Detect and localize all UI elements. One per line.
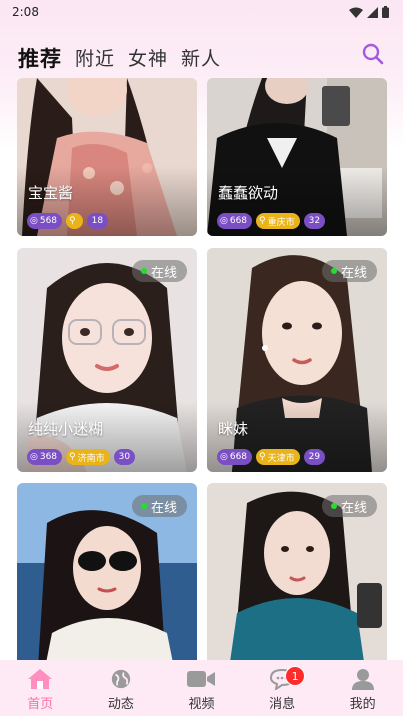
search-icon xyxy=(362,43,384,65)
age-badge: 29 xyxy=(303,449,326,465)
profile-name: 蠢蠢欲动 xyxy=(218,184,279,202)
category-tabs: 推荐 附近 女神 新人 xyxy=(18,42,221,74)
views-badge: ◎ 368 xyxy=(27,449,63,465)
unread-count-badge: 1 xyxy=(285,666,306,686)
nav-profile[interactable]: 我的 xyxy=(322,660,403,716)
profile-card[interactable]: 在线 xyxy=(207,483,387,660)
profile-name: 宝宝酱 xyxy=(28,184,74,202)
location-pin-icon: ⚲ xyxy=(259,216,266,226)
nav-home[interactable]: 首页 xyxy=(0,660,81,716)
profile-card[interactable]: 在线 眯妹 ◎ 668 ⚲ 天津市 29 xyxy=(207,248,387,472)
views-badge: ◎ 568 xyxy=(27,213,63,229)
location-pin-icon: ⚲ xyxy=(259,452,266,462)
online-status-badge: 在线 xyxy=(131,495,187,517)
views-badge: ◎ 668 xyxy=(217,213,253,229)
eye-icon: ◎ xyxy=(220,452,228,462)
search-button[interactable] xyxy=(361,42,385,66)
online-dot-icon xyxy=(330,503,337,509)
profile-card[interactable]: 在线 纯纯小迷糊 ◎ 368 ⚲ 济南市 30 xyxy=(17,248,197,472)
wifi-icon xyxy=(349,7,363,18)
online-status-badge: 在线 xyxy=(321,495,377,517)
location-pin-icon: ⚲ xyxy=(69,452,76,462)
profile-card[interactable]: 宝宝酱 ◎ 568 ⚲ 18 xyxy=(17,78,197,236)
location-badge: ⚲ 重庆市 xyxy=(256,213,300,229)
video-icon xyxy=(187,671,216,687)
profile-icon xyxy=(351,669,374,690)
online-dot-icon xyxy=(140,268,147,274)
profile-card[interactable]: 蠢蠢欲动 ◎ 668 ⚲ 重庆市 32 xyxy=(207,78,387,236)
online-status-badge: 在线 xyxy=(131,260,187,282)
profile-name: 纯纯小迷糊 xyxy=(28,420,104,438)
location-badge: ⚲ 济南市 xyxy=(66,449,110,465)
nav-video[interactable]: 视频 xyxy=(161,660,242,716)
location-badge: ⚲ 天津市 xyxy=(256,449,300,465)
profile-card[interactable]: 在线 xyxy=(17,483,197,660)
tab-recommend[interactable]: 推荐 xyxy=(18,44,62,74)
age-badge: 32 xyxy=(303,213,326,229)
status-bar: 2:08 xyxy=(0,0,403,24)
age-badge: 30 xyxy=(113,449,136,465)
nav-messages[interactable]: 1 消息 xyxy=(242,660,323,716)
profile-grid: 宝宝酱 ◎ 568 ⚲ 18 蠢蠢欲动 ◎ 668 ⚲ 重庆市 32 在线 纯纯… xyxy=(0,78,403,660)
nav-moments[interactable]: 动态 xyxy=(81,660,162,716)
profile-name: 眯妹 xyxy=(218,420,249,438)
battery-icon xyxy=(382,6,389,18)
views-badge: ◎ 668 xyxy=(217,449,253,465)
location-badge: ⚲ xyxy=(66,213,83,229)
home-icon xyxy=(28,669,53,689)
tab-goddess[interactable]: 女神 xyxy=(128,44,168,74)
online-dot-icon xyxy=(330,268,337,274)
online-dot-icon xyxy=(140,503,147,509)
tab-nearby[interactable]: 附近 xyxy=(75,44,115,74)
bottom-nav: 首页 动态 视频 1 消息 我的 xyxy=(0,660,403,716)
signal-icon xyxy=(367,6,378,18)
eye-icon: ◎ xyxy=(30,452,38,462)
eye-icon: ◎ xyxy=(220,216,228,226)
status-time: 2:08 xyxy=(12,5,39,19)
tab-newcomer[interactable]: 新人 xyxy=(181,44,221,74)
globe-icon xyxy=(111,669,131,689)
eye-icon: ◎ xyxy=(30,216,38,226)
online-status-badge: 在线 xyxy=(321,260,377,282)
age-badge: 18 xyxy=(86,213,109,229)
location-pin-icon: ⚲ xyxy=(69,216,76,226)
